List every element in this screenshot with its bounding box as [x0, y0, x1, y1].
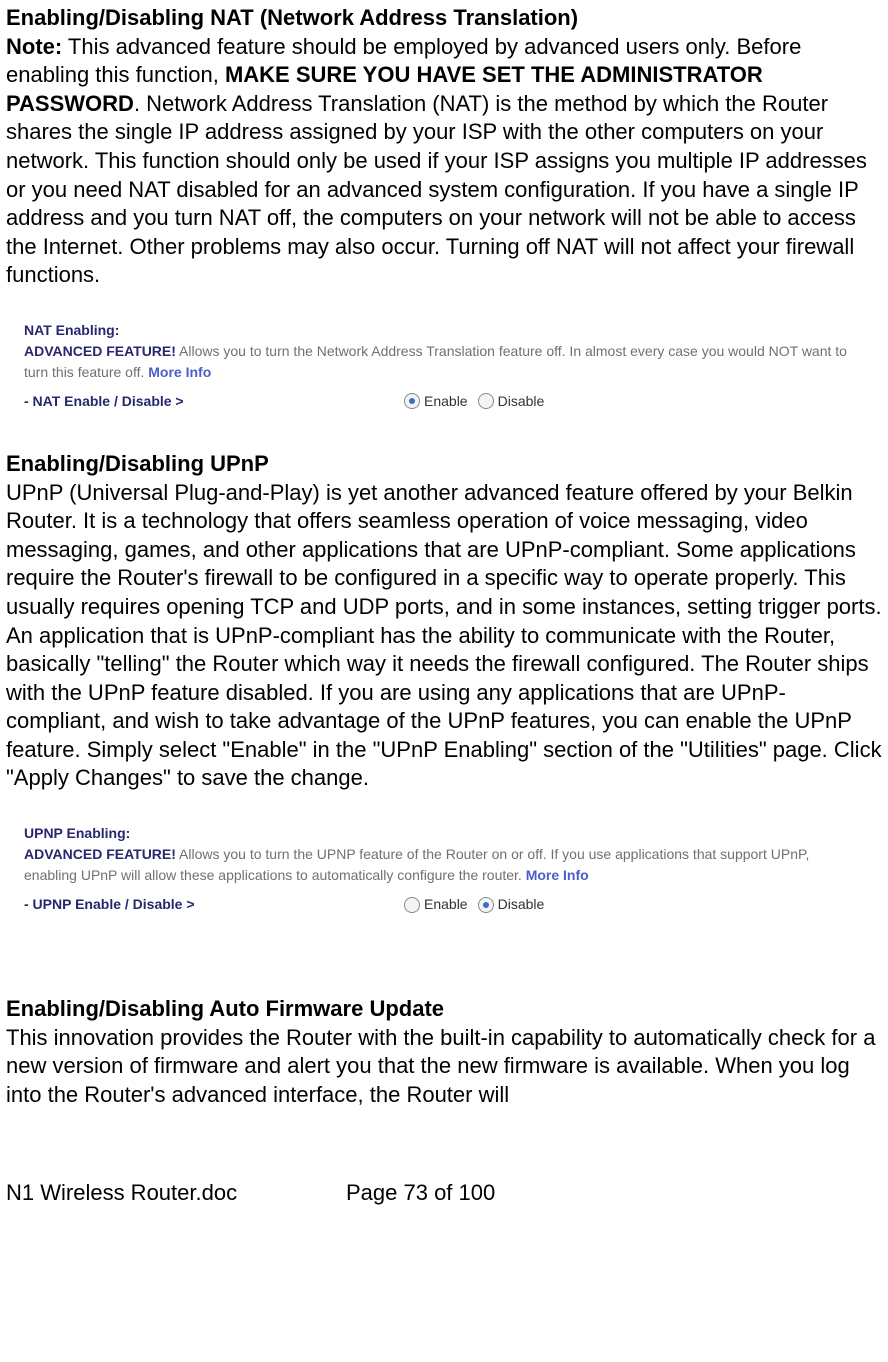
upnp-enable-label: Enable	[424, 894, 468, 915]
nat-more-info-link[interactable]: More Info	[148, 364, 211, 380]
upnp-ui-block: UPNP Enabling: ADVANCED FEATURE! Allows …	[24, 823, 854, 915]
radio-unselected-icon	[478, 393, 494, 409]
nat-heading: Enabling/Disabling NAT (Network Address …	[6, 4, 882, 33]
nat-enable-radio[interactable]: Enable	[404, 391, 468, 412]
nat-paragraph: Note: This advanced feature should be em…	[6, 33, 882, 290]
upnp-paragraph: UPnP (Universal Plug-and-Play) is yet an…	[6, 479, 882, 794]
nat-adv-label: ADVANCED FEATURE!	[24, 343, 176, 359]
nat-disable-radio[interactable]: Disable	[478, 391, 545, 412]
upnp-disable-radio[interactable]: Disable	[478, 894, 545, 915]
footer-doc-name: N1 Wireless Router.doc	[6, 1179, 346, 1208]
upnp-ui-title: UPNP Enabling:	[24, 823, 854, 844]
upnp-adv-label: ADVANCED FEATURE!	[24, 846, 176, 862]
nat-para-2: . Network Address Translation (NAT) is t…	[6, 91, 867, 288]
upnp-enable-radio[interactable]: Enable	[404, 894, 468, 915]
nat-ui-desc-row: ADVANCED FEATURE! Allows you to turn the…	[24, 341, 854, 383]
firmware-heading: Enabling/Disabling Auto Firmware Update	[6, 995, 882, 1024]
radio-unselected-icon	[404, 897, 420, 913]
nat-enable-label: Enable	[424, 391, 468, 412]
upnp-disable-label: Disable	[498, 894, 545, 915]
nat-disable-label: Disable	[498, 391, 545, 412]
page-footer: N1 Wireless Router.doc Page 73 of 100	[6, 1179, 882, 1208]
upnp-heading: Enabling/Disabling UPnP	[6, 450, 882, 479]
nat-ui-block: NAT Enabling: ADVANCED FEATURE! Allows y…	[24, 320, 854, 412]
upnp-more-info-link[interactable]: More Info	[526, 867, 589, 883]
upnp-ui-desc-row: ADVANCED FEATURE! Allows you to turn the…	[24, 844, 854, 886]
note-label: Note:	[6, 34, 62, 59]
radio-selected-icon	[404, 393, 420, 409]
radio-selected-icon	[478, 897, 494, 913]
footer-page-number: Page 73 of 100	[346, 1179, 495, 1208]
nat-ui-title: NAT Enabling:	[24, 320, 854, 341]
upnp-control-row: - UPNP Enable / Disable > Enable Disable	[24, 894, 854, 915]
firmware-paragraph: This innovation provides the Router with…	[6, 1024, 882, 1110]
upnp-control-label: - UPNP Enable / Disable >	[24, 894, 404, 915]
nat-control-row: - NAT Enable / Disable > Enable Disable	[24, 391, 854, 412]
nat-control-label: - NAT Enable / Disable >	[24, 391, 404, 412]
